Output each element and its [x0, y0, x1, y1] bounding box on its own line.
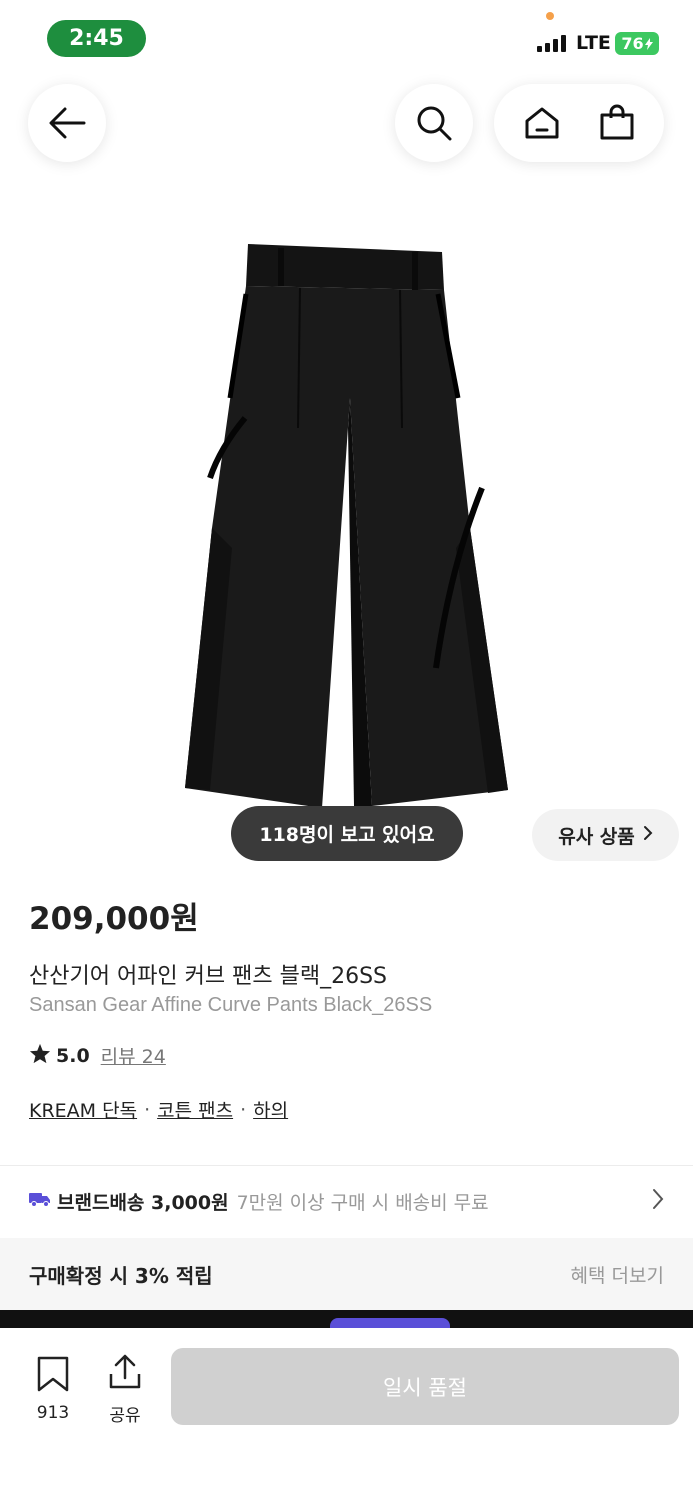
product-image[interactable] [150, 228, 550, 818]
back-arrow-icon [37, 93, 97, 153]
product-price: 209,000원 [29, 901, 199, 937]
back-button[interactable] [28, 84, 106, 162]
home-icon[interactable] [512, 93, 572, 153]
bookmark-count: 913 [36, 1403, 70, 1423]
share-icon [108, 1354, 142, 1395]
tag-link-cotton-pants[interactable]: 코튼 팬츠 [157, 1096, 233, 1123]
bookmark-button[interactable]: 913 [24, 1356, 82, 1423]
search-icon [404, 93, 464, 153]
battery-indicator: 76 [615, 32, 659, 55]
shipping-free-condition: 7만원 이상 구매 시 배송비 무료 [236, 1191, 489, 1214]
rating-score: 5.0 [56, 1044, 90, 1067]
shopping-bag-icon[interactable] [587, 93, 647, 153]
sold-out-button[interactable]: 일시 품절 [171, 1348, 679, 1425]
more-benefits-link[interactable]: 혜택 더보기 [571, 1261, 664, 1288]
content-peek-banner [0, 1310, 693, 1328]
chevron-right-icon [643, 824, 653, 846]
tag-separator: · [144, 1098, 151, 1121]
tag-separator: · [240, 1098, 247, 1121]
points-benefit-row: 구매확정 시 3% 적립 혜택 더보기 [0, 1238, 693, 1310]
tag-link-kream-exclusive[interactable]: KREAM 단독 [29, 1096, 137, 1123]
shipping-info-row[interactable]: 브랜드배송 3,000원 7만원 이상 구매 시 배송비 무료 [0, 1166, 693, 1236]
tag-link-bottoms[interactable]: 하의 [253, 1096, 288, 1123]
home-cart-group [494, 84, 664, 162]
signal-strength-icon [537, 34, 566, 52]
rating-summary: 5.0 리뷰 24 [29, 1042, 166, 1069]
status-bar: 2:45 LTE 76 [0, 0, 693, 78]
network-type: LTE [576, 32, 611, 54]
banner-glow [330, 1318, 450, 1328]
viewers-count-badge: 118명이 보고 있어요 [231, 806, 463, 861]
search-button[interactable] [395, 84, 473, 162]
bookmark-icon [37, 1356, 69, 1397]
review-link[interactable]: 리뷰 24 [101, 1042, 166, 1069]
chevron-right-icon [652, 1188, 664, 1215]
privacy-indicator-dot [546, 12, 554, 20]
bottom-action-bar: 913 공유 일시 품절 [0, 1328, 693, 1500]
product-name-english: Sansan Gear Affine Curve Pants Black_26S… [29, 994, 433, 1016]
star-icon [29, 1043, 51, 1069]
delivery-truck-icon [29, 1190, 51, 1212]
share-button[interactable]: 공유 [96, 1354, 154, 1426]
product-name-korean: 산산기어 어파인 커브 팬츠 블랙_26SS [29, 964, 388, 989]
status-time: 2:45 [47, 20, 146, 57]
similar-products-button[interactable]: 유사 상품 [532, 809, 679, 861]
battery-level: 76 [621, 34, 644, 53]
product-tags: KREAM 단독 · 코튼 팬츠 · 하의 [29, 1096, 288, 1123]
points-reward-label: 구매확정 시 3% 적립 [29, 1263, 213, 1288]
share-label: 공유 [109, 1406, 141, 1426]
shipping-fee: 브랜드배송 3,000원 [57, 1191, 229, 1214]
similar-products-label: 유사 상품 [558, 825, 635, 848]
